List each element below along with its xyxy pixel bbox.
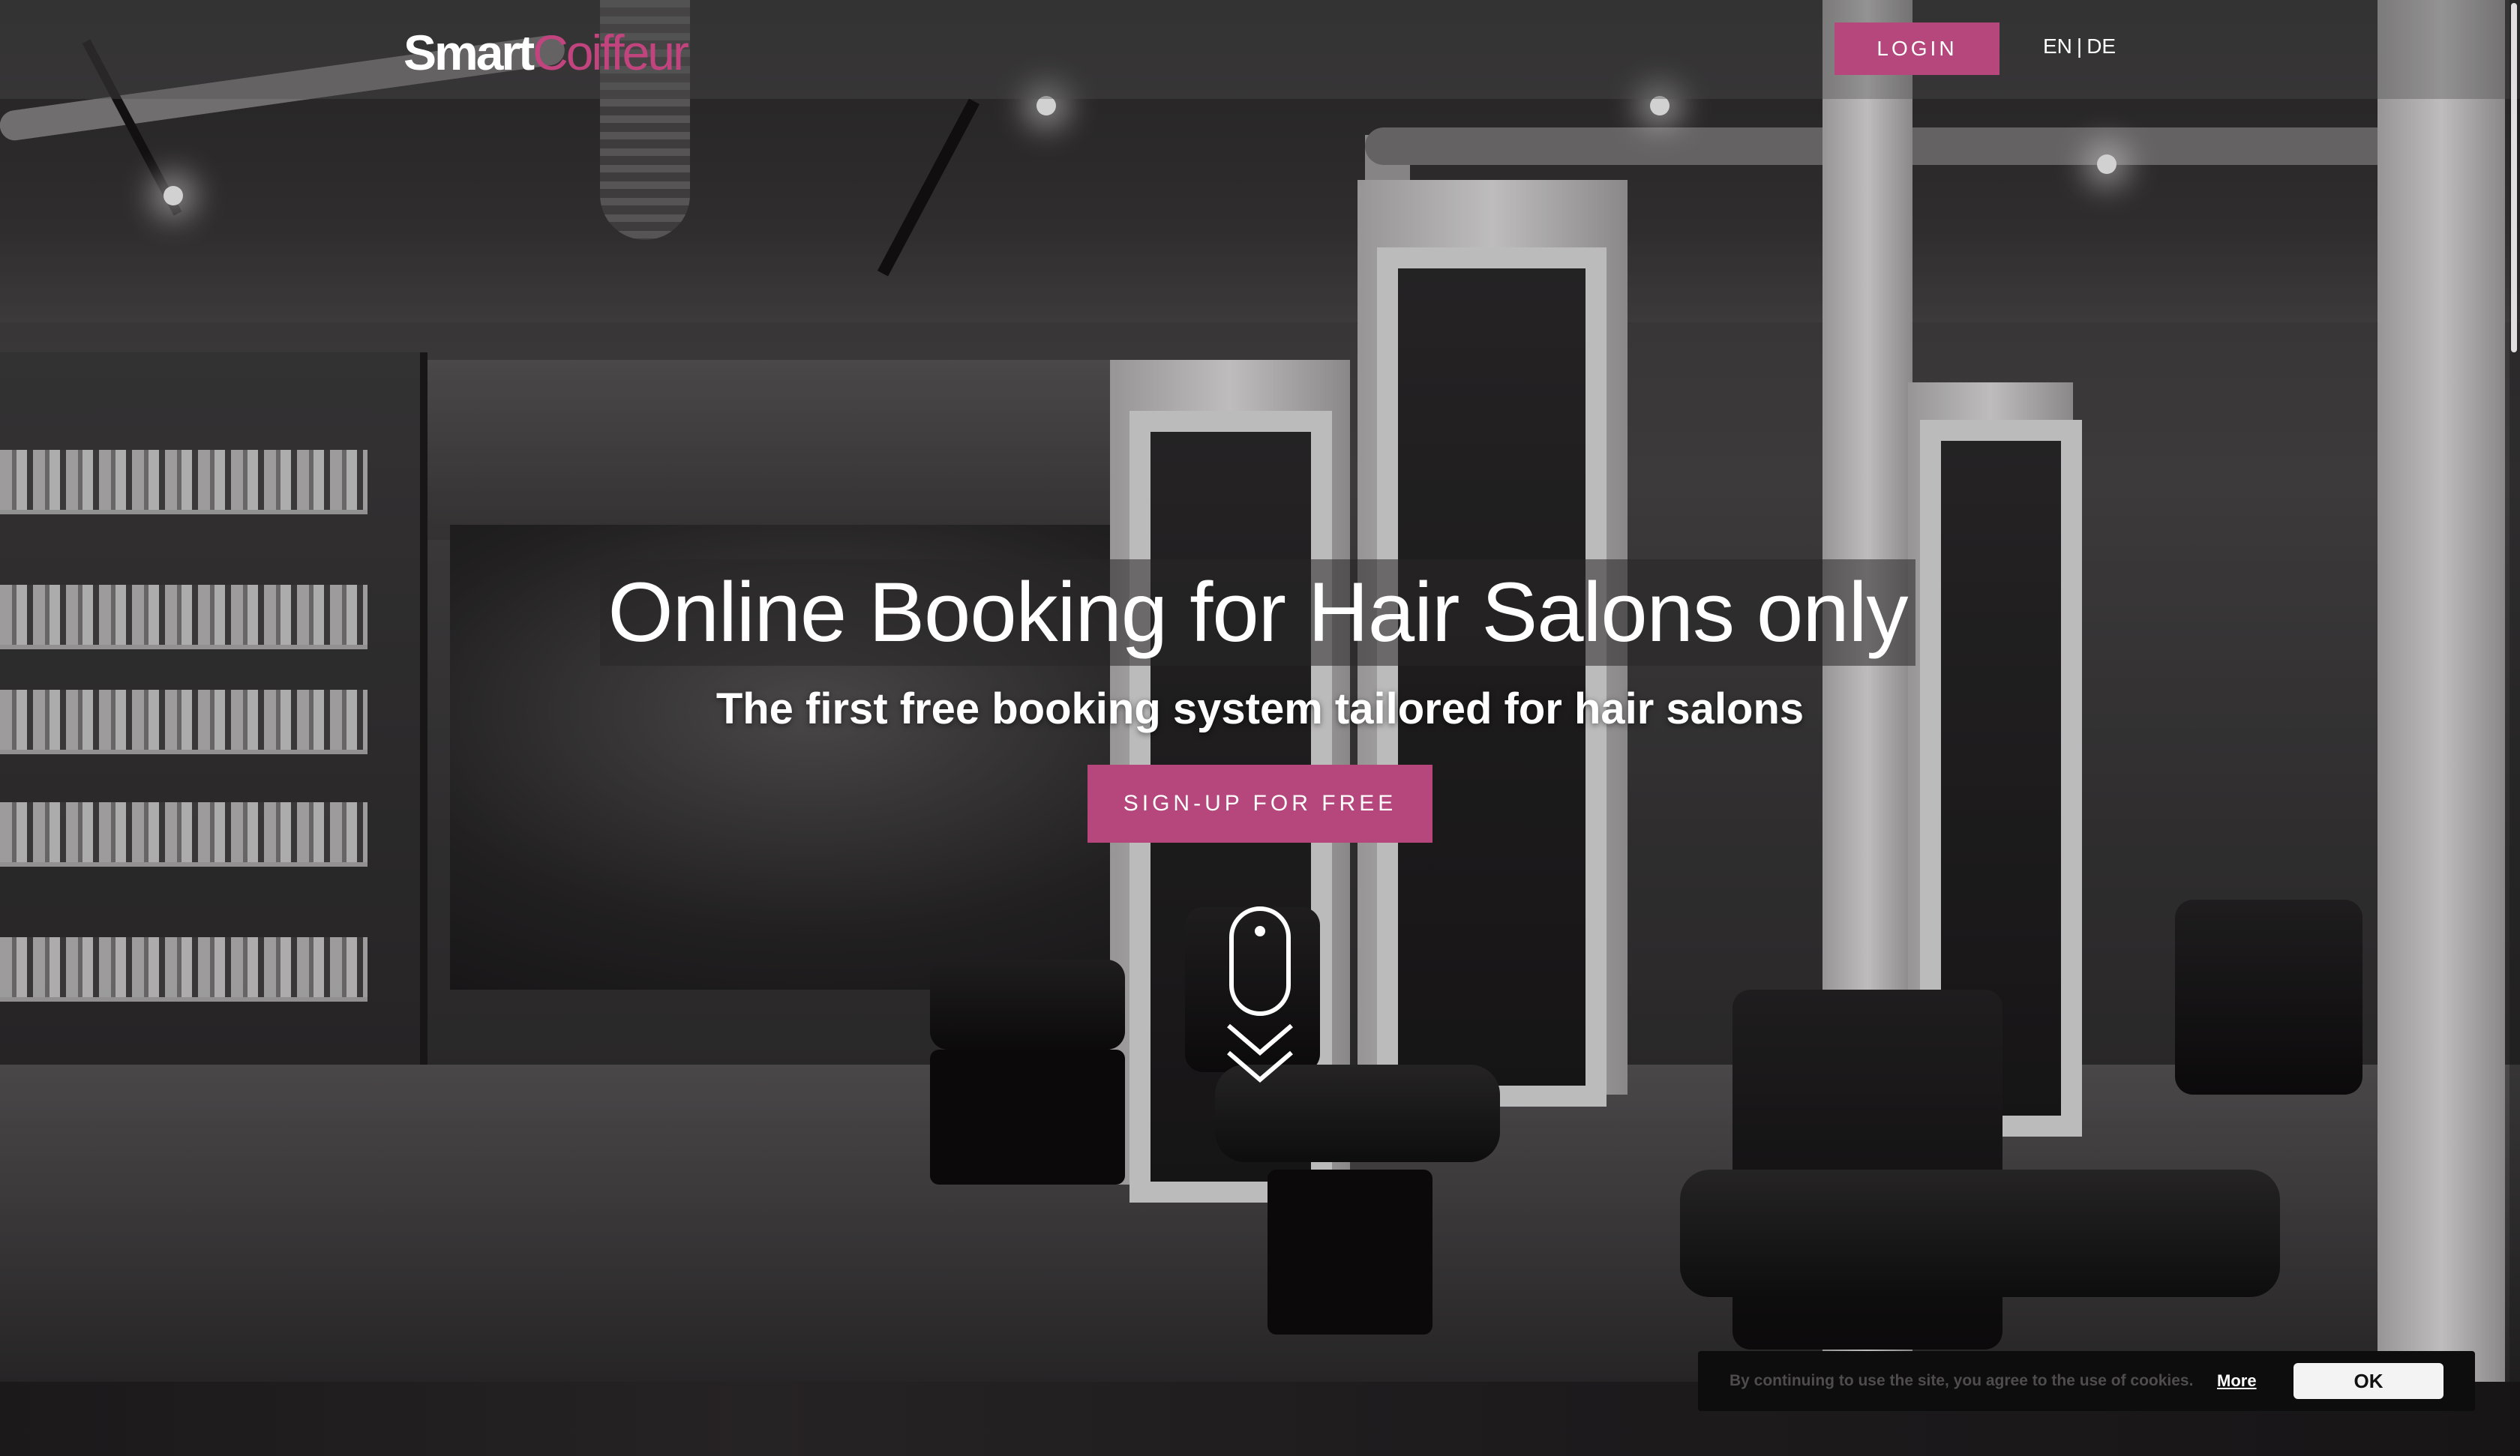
cookie-banner: By continuing to use the site, you agree… xyxy=(1698,1351,2475,1411)
hero-subheadline: The first free booking system tailored f… xyxy=(716,685,1804,733)
page-scrollbar[interactable] xyxy=(2510,0,2520,1456)
signup-button[interactable]: SIGN-UP FOR FREE xyxy=(1088,765,1432,843)
top-navigation-bar: SmartCoiffeur LOGIN EN | DE xyxy=(0,0,2520,99)
hero-headline: Online Booking for Hair Salons only xyxy=(608,565,1908,659)
cookie-more-link[interactable]: More xyxy=(2217,1371,2257,1391)
language-separator: | xyxy=(2076,34,2083,58)
scrollbar-thumb[interactable] xyxy=(2511,3,2517,352)
language-switcher: EN | DE xyxy=(2043,34,2116,58)
cookie-notice-text: By continuing to use the site, you agree… xyxy=(1730,1372,2194,1389)
logo-part-smart: Smart xyxy=(404,25,535,80)
logo-part-coiffeur: Coiffeur xyxy=(532,25,689,80)
cookie-ok-button[interactable]: OK xyxy=(2294,1363,2444,1399)
login-button[interactable]: LOGIN xyxy=(1834,22,2000,75)
smartcoiffeur-logo[interactable]: SmartCoiffeur xyxy=(404,22,689,82)
language-en-link[interactable]: EN xyxy=(2043,34,2072,58)
mouse-scroll-down-icon[interactable] xyxy=(1222,906,1298,1086)
language-de-link[interactable]: DE xyxy=(2086,34,2116,58)
